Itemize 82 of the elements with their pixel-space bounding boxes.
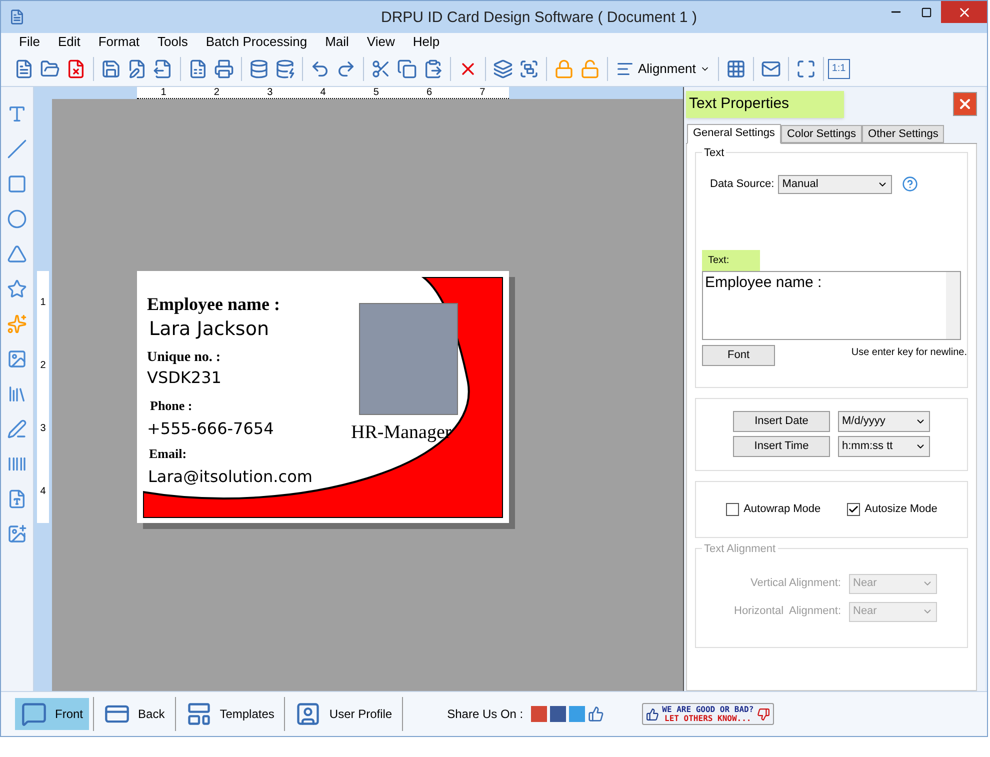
settings-tab[interactable]: Color Settings (780, 124, 862, 142)
ruler-number: 1 (40, 298, 46, 308)
insert-button[interactable]: Insert Time (733, 436, 830, 457)
mode-checkbox[interactable] (846, 502, 860, 516)
alignment-label: Horizontal Alignment: (734, 604, 841, 620)
ruler-number: 7 (480, 87, 486, 98)
menu-item[interactable]: View (366, 32, 395, 52)
alignment-dropdown[interactable]: Alignment (612, 56, 714, 82)
view-button[interactable]: Back (98, 698, 171, 730)
picture-icon[interactable] (6, 523, 28, 545)
hint-text: Use enter key for newline. (851, 346, 967, 360)
view-button[interactable]: Templates (180, 698, 280, 730)
close-icon[interactable] (941, 1, 987, 23)
scrollbar[interactable] (946, 272, 960, 338)
settings-tab[interactable]: General Settings (687, 124, 781, 144)
close-panel-button[interactable] (953, 92, 977, 116)
ruler-number: 1 (160, 87, 166, 98)
pen-icon[interactable] (6, 418, 28, 440)
triangle-tool-icon[interactable] (6, 243, 28, 265)
mode-checkbox[interactable] (726, 502, 739, 516)
menu-item[interactable]: Help (412, 32, 440, 52)
view-button[interactable]: Front (15, 698, 90, 730)
name-label: Employee name : (147, 293, 281, 315)
image-icon[interactable] (6, 348, 28, 370)
actual-size-button[interactable]: 1:1 (828, 58, 850, 78)
font-button[interactable]: Font (702, 344, 775, 366)
view-button[interactable]: User Profile (289, 698, 398, 730)
rating-question: WE ARE GOOD OR BAD? (662, 705, 754, 714)
window-title: DRPU ID Card Design Software ( Document 1 ) (381, 8, 697, 28)
designation: HR-Manager (351, 421, 452, 445)
email-label: Email: (148, 445, 188, 463)
format-dropdown[interactable]: M/d/yyyy (838, 411, 930, 432)
rating-banner[interactable]: WE ARE GOOD OR BAD? LET OTHERS KNOW... (642, 703, 774, 725)
data-source-label: Data Source: (710, 176, 774, 192)
app-icon (9, 9, 25, 25)
like-icon[interactable] (588, 706, 604, 722)
line-tool-icon[interactable] (6, 138, 28, 160)
menu-item[interactable]: File (19, 32, 40, 52)
help-icon[interactable] (902, 176, 918, 192)
ruler-number: 2 (40, 360, 46, 370)
templates-icon (186, 701, 212, 727)
text-input-area[interactable]: Employee name : (702, 270, 961, 340)
ruler-number: 4 (320, 87, 326, 98)
mode-label: Autowrap Mode (744, 502, 821, 517)
ruler-number: 3 (267, 87, 273, 98)
id-number: VSDK231 (147, 367, 222, 389)
employee-name: Lara Jackson (148, 317, 270, 342)
star-tool-icon[interactable] (6, 278, 28, 300)
menu-item[interactable]: Edit (58, 32, 80, 52)
menu-item[interactable]: Batch Processing (206, 32, 308, 52)
text-value: Employee name : (704, 272, 823, 292)
phone-label: Phone : (149, 397, 194, 415)
ruler-number: 5 (373, 87, 379, 98)
front-card-icon (21, 701, 47, 727)
rating-prompt: LET OTHERS KNOW... (664, 714, 752, 723)
settings-tab[interactable]: Other Settings (862, 124, 944, 142)
menu-item[interactable]: Tools (158, 32, 188, 52)
phone-number: +555-666-7654 (147, 418, 275, 440)
menu-item[interactable]: Format (98, 32, 140, 52)
alignment-label: Vertical Alignment: (750, 576, 841, 592)
facebook-icon[interactable] (550, 706, 566, 722)
id-label: Unique no. : (147, 349, 222, 367)
ruler-number: 4 (40, 486, 46, 496)
ruler-number: 3 (40, 424, 46, 434)
panel-title: Text Properties (686, 91, 844, 118)
thumbs-down-icon (756, 708, 770, 720)
ruler-number: 2 (214, 87, 220, 98)
google-plus-icon[interactable] (531, 706, 548, 722)
ruler-number: 6 (426, 87, 432, 98)
user-profile-icon (295, 701, 322, 727)
menu-item[interactable]: Mail (325, 32, 349, 52)
email-address: Lara@itsolution.com (147, 466, 312, 488)
mode-label: Autosize Mode (864, 502, 938, 517)
text-label: Text: (702, 250, 760, 270)
ellipse-tool-icon[interactable] (6, 208, 28, 230)
rectangle-tool-icon[interactable] (6, 173, 28, 195)
data-source-dropdown[interactable]: Manual (778, 174, 892, 194)
thumbs-up-icon (646, 708, 660, 720)
twitter-icon[interactable] (569, 706, 586, 722)
share-label: Share Us On : (447, 706, 524, 723)
format-dropdown[interactable]: h:mm:ss tt (838, 436, 930, 457)
insert-button[interactable]: Insert Date (733, 411, 830, 432)
